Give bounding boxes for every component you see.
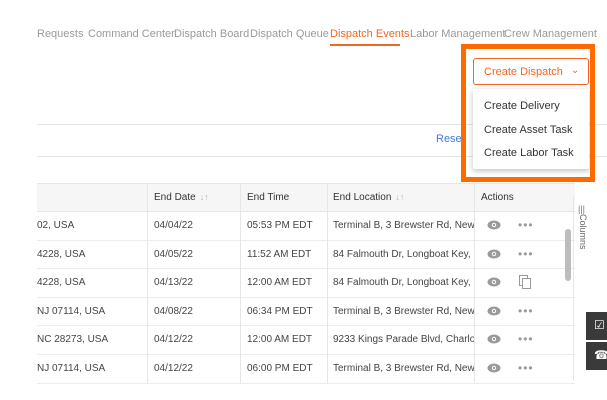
start-location-cell: NJ 07114, USA	[37, 305, 106, 317]
more-options-icon[interactable]: •••	[518, 247, 534, 261]
more-options-icon[interactable]: •••	[518, 361, 534, 375]
table-header: End Date ↓↑ End Time End Location ↓↑ Actio…	[37, 183, 575, 212]
end-date-cell: 04/12/22	[154, 362, 193, 374]
tab-dispatch-queue[interactable]: Dispatch Queue	[250, 28, 329, 40]
end-location-cell: Terminal B, 3 Brewster Rd, Newar	[333, 305, 475, 317]
tab-dispatch-events[interactable]: Dispatch Events	[330, 28, 409, 40]
end-date-cell: 04/13/22	[154, 277, 193, 289]
tab-requests[interactable]: Requests	[37, 28, 83, 40]
view-icon[interactable]	[487, 306, 501, 316]
end-time-cell: 12:00 AM EDT	[247, 334, 313, 346]
end-location-cell: Terminal B, 3 Brewster Rd, Newar	[333, 220, 475, 231]
sort-icon[interactable]: ↓↑	[200, 192, 209, 202]
column-separator	[327, 183, 328, 383]
columns-panel-toggle[interactable]: Columns	[578, 214, 588, 250]
start-location-cell: NJ 07114, USA	[37, 362, 106, 374]
side-divider	[573, 195, 574, 380]
column-separator	[474, 183, 475, 383]
active-tab-underline	[330, 44, 400, 46]
header-label: End Date	[154, 192, 196, 203]
start-location-cell: NC 28273, USA	[37, 334, 109, 346]
more-options-icon[interactable]: •••	[518, 218, 534, 232]
header-end-time: End Time	[247, 192, 290, 203]
table-row[interactable]: 02, USA 04/04/22 05:53 PM EDT Terminal B, 3…	[37, 212, 575, 241]
more-options-icon[interactable]: •••	[518, 332, 534, 346]
tab-labor-management[interactable]: Labor Management	[410, 28, 505, 40]
end-date-cell: 04/08/22	[154, 305, 193, 317]
end-time-cell: 06:34 PM EDT	[247, 305, 313, 317]
start-location-cell: 4228, USA	[37, 248, 86, 260]
start-location-cell: 4228, USA	[37, 277, 86, 289]
end-time-cell: 06:00 PM EDT	[247, 362, 313, 374]
header-end-date[interactable]: End Date ↓↑	[154, 192, 209, 203]
phone-button[interactable]: ☎	[586, 342, 607, 370]
sort-icon[interactable]: ↓↑	[395, 192, 404, 202]
view-icon[interactable]	[487, 249, 501, 259]
view-icon[interactable]	[487, 220, 501, 230]
view-icon[interactable]	[487, 334, 501, 344]
table-row[interactable]: NJ 07114, USA 04/12/22 06:00 PM EDT Termina…	[37, 355, 575, 384]
start-location-cell: 02, USA	[37, 220, 75, 231]
column-separator	[240, 183, 241, 383]
end-location-cell: 84 Falmouth Dr, Longboat Key, FL	[333, 277, 475, 289]
end-date-cell: 04/04/22	[154, 220, 193, 231]
vertical-scrollbar[interactable]	[565, 229, 571, 281]
end-time-cell: 12:00 AM EDT	[247, 277, 313, 289]
column-separator	[147, 183, 148, 383]
highlight-box	[461, 44, 595, 182]
table-row[interactable]: 4228, USA 04/13/22 12:00 AM EDT 84 Falmouth…	[37, 269, 575, 298]
view-icon[interactable]	[487, 363, 501, 373]
end-time-cell: 05:53 PM EDT	[247, 220, 313, 231]
header-end-location[interactable]: End Location ↓↑	[333, 192, 404, 203]
end-time-cell: 11:52 AM EDT	[247, 248, 312, 260]
header-actions: Actions	[481, 192, 514, 203]
columns-icon: |||	[578, 204, 586, 214]
tab-command-center[interactable]: Command Center	[88, 28, 175, 40]
end-date-cell: 04/12/22	[154, 334, 193, 346]
dispatch-events-table: End Date ↓↑ End Time End Location ↓↑ Actio…	[37, 183, 575, 384]
header-label: End Location	[333, 192, 392, 203]
table-row[interactable]: NJ 07114, USA 04/08/22 06:34 PM EDT Termina…	[37, 298, 575, 327]
view-icon[interactable]	[487, 277, 501, 287]
end-date-cell: 04/05/22	[154, 248, 193, 260]
table-row[interactable]: NC 28273, USA 04/12/22 12:00 AM EDT 9233 Ki…	[37, 326, 575, 355]
more-options-icon[interactable]: •••	[518, 304, 534, 318]
end-location-cell: Terminal B, 3 Brewster Rd, Newar	[333, 362, 475, 374]
tab-dispatch-board[interactable]: Dispatch Board	[174, 28, 249, 40]
checklist-button[interactable]: ☑	[586, 312, 607, 340]
checklist-icon: ☑	[594, 318, 605, 332]
end-location-cell: 9233 Kings Parade Blvd, Charlotte	[333, 334, 475, 346]
copy-icon[interactable]	[519, 275, 531, 290]
phone-icon: ☎	[594, 348, 607, 362]
tab-crew-management[interactable]: Crew Management	[504, 28, 597, 40]
table-row[interactable]: 4228, USA 04/05/22 11:52 AM EDT 84 Falmouth…	[37, 241, 575, 270]
end-location-cell: 84 Falmouth Dr, Longboat Key, FL	[333, 248, 475, 260]
